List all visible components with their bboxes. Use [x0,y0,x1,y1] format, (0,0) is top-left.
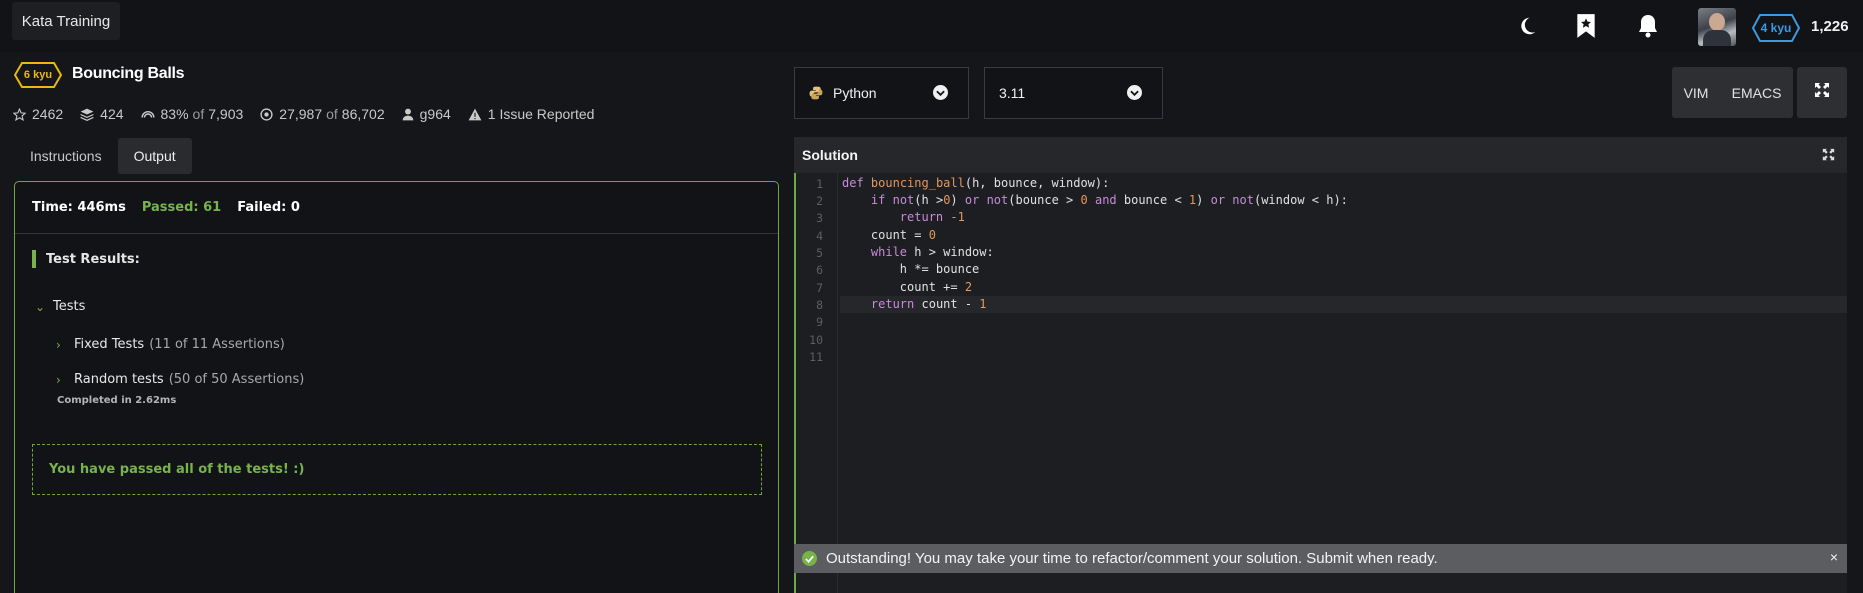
line-number: 3 [816,211,823,225]
code-line: def bouncing_ball(h, bounce, window): [842,176,1110,190]
warning-icon [468,108,482,121]
output-summary: Time: 446ms Passed: 61 Failed: 0 [15,182,778,234]
code-line: while h > window: [870,245,994,259]
chevron-right-icon: › [56,337,61,352]
vim-mode-button[interactable]: VIM [1684,85,1709,101]
collections-stat[interactable]: 424 [80,106,124,122]
success-toast: Outstanding! You may take your time to r… [794,544,1847,573]
tab-instructions[interactable]: Instructions [14,138,118,174]
line-number: 4 [816,229,823,243]
kata-training-button[interactable]: Kata Training [12,2,120,40]
expand-icon [1814,82,1830,103]
line-number: 10 [809,333,823,347]
version-select[interactable]: 3.11 [984,67,1163,119]
line-number: 5 [816,246,823,260]
code-line: if not(h >0) or not(bounce > 0 and bounc… [870,193,1348,207]
user-rank-badge: 4 kyu [1752,14,1800,42]
bookmark-star-icon[interactable] [1573,13,1599,39]
target-icon [260,107,273,121]
stars-stat[interactable]: 2462 [13,106,63,122]
line-number: 11 [809,350,823,364]
line-number: 9 [816,315,823,329]
random-tests-group[interactable]: › Random tests (50 of 50 Assertions) [56,372,304,387]
line-number: 2 [816,194,823,208]
kata-rank-badge: 6 kyu [14,62,62,88]
emacs-mode-button[interactable]: EMACS [1732,85,1782,101]
language-select[interactable]: Python [794,67,969,119]
satisfaction-stat: 83% of 7,903 [140,106,243,122]
kata-title[interactable]: Bouncing Balls [72,65,185,83]
completions-stat: 27,987 of 86,702 [260,106,385,122]
chevron-down-icon [933,85,948,100]
fullscreen-button[interactable] [1797,67,1847,118]
code-line: h *= bounce [842,262,980,276]
fixed-tests-group[interactable]: › Fixed Tests (11 of 11 Assertions) [56,337,285,352]
chevron-right-icon: › [56,372,61,387]
line-number: 6 [816,263,823,277]
line-number-gutter: 1 2 3 4 5 6 7 8 9 10 11 [796,173,838,593]
layers-icon [80,108,94,121]
editor-mode-group: VIM EMACS [1672,67,1793,118]
issues-stat[interactable]: 1 Issue Reported [468,106,594,122]
kata-stats: 2462 424 83% of 7,903 27,987 of 86,702 g964 … [13,104,611,124]
line-number: 1 [816,177,823,191]
code-line-active: return count - 1 [840,296,1847,313]
moon-icon[interactable] [1514,13,1540,39]
python-icon [809,86,823,103]
rainbow-icon [140,109,155,119]
completed-time: Completed in 2.62ms [57,395,177,406]
top-bar: Kata Training 4 kyu 1,226 [0,0,1863,52]
chevron-down-icon: ⌄ [35,299,46,314]
failed-count: Failed: 0 [237,200,300,215]
code-line: count += 2 [842,280,973,294]
time-label: Time: 446ms [32,200,126,215]
toast-message: Outstanding! You may take your time to r… [826,550,1438,567]
code-editor[interactable]: 1 2 3 4 5 6 7 8 9 10 11 def bouncing_bal… [794,173,1847,593]
author-stat[interactable]: g964 [402,106,451,122]
test-results-heading: Test Results: [32,250,140,268]
tests-group[interactable]: ⌄ Tests [35,299,85,314]
check-circle-icon [802,551,817,566]
expand-icon[interactable] [1822,148,1835,164]
avatar[interactable] [1698,8,1736,46]
chevron-down-icon [1127,85,1142,100]
solution-title: Solution [802,147,858,163]
honor-count: 1,226 [1811,18,1849,35]
close-icon[interactable]: × [1830,549,1838,565]
solution-header: Solution [794,137,1847,173]
tab-output[interactable]: Output [117,138,192,174]
bell-icon[interactable] [1635,13,1661,39]
code-line: count = 0 [842,228,936,242]
panel-tabs: Instructions Output [14,138,192,174]
code-line: return -1 [899,210,965,224]
line-number: 8 [816,298,823,312]
passed-count: Passed: 61 [141,200,222,215]
line-number: 7 [816,281,823,295]
star-icon [13,107,26,121]
output-panel: Time: 446ms Passed: 61 Failed: 0 Test Re… [14,181,779,593]
passed-message: You have passed all of the tests! :) [32,444,762,495]
user-icon [402,108,414,121]
